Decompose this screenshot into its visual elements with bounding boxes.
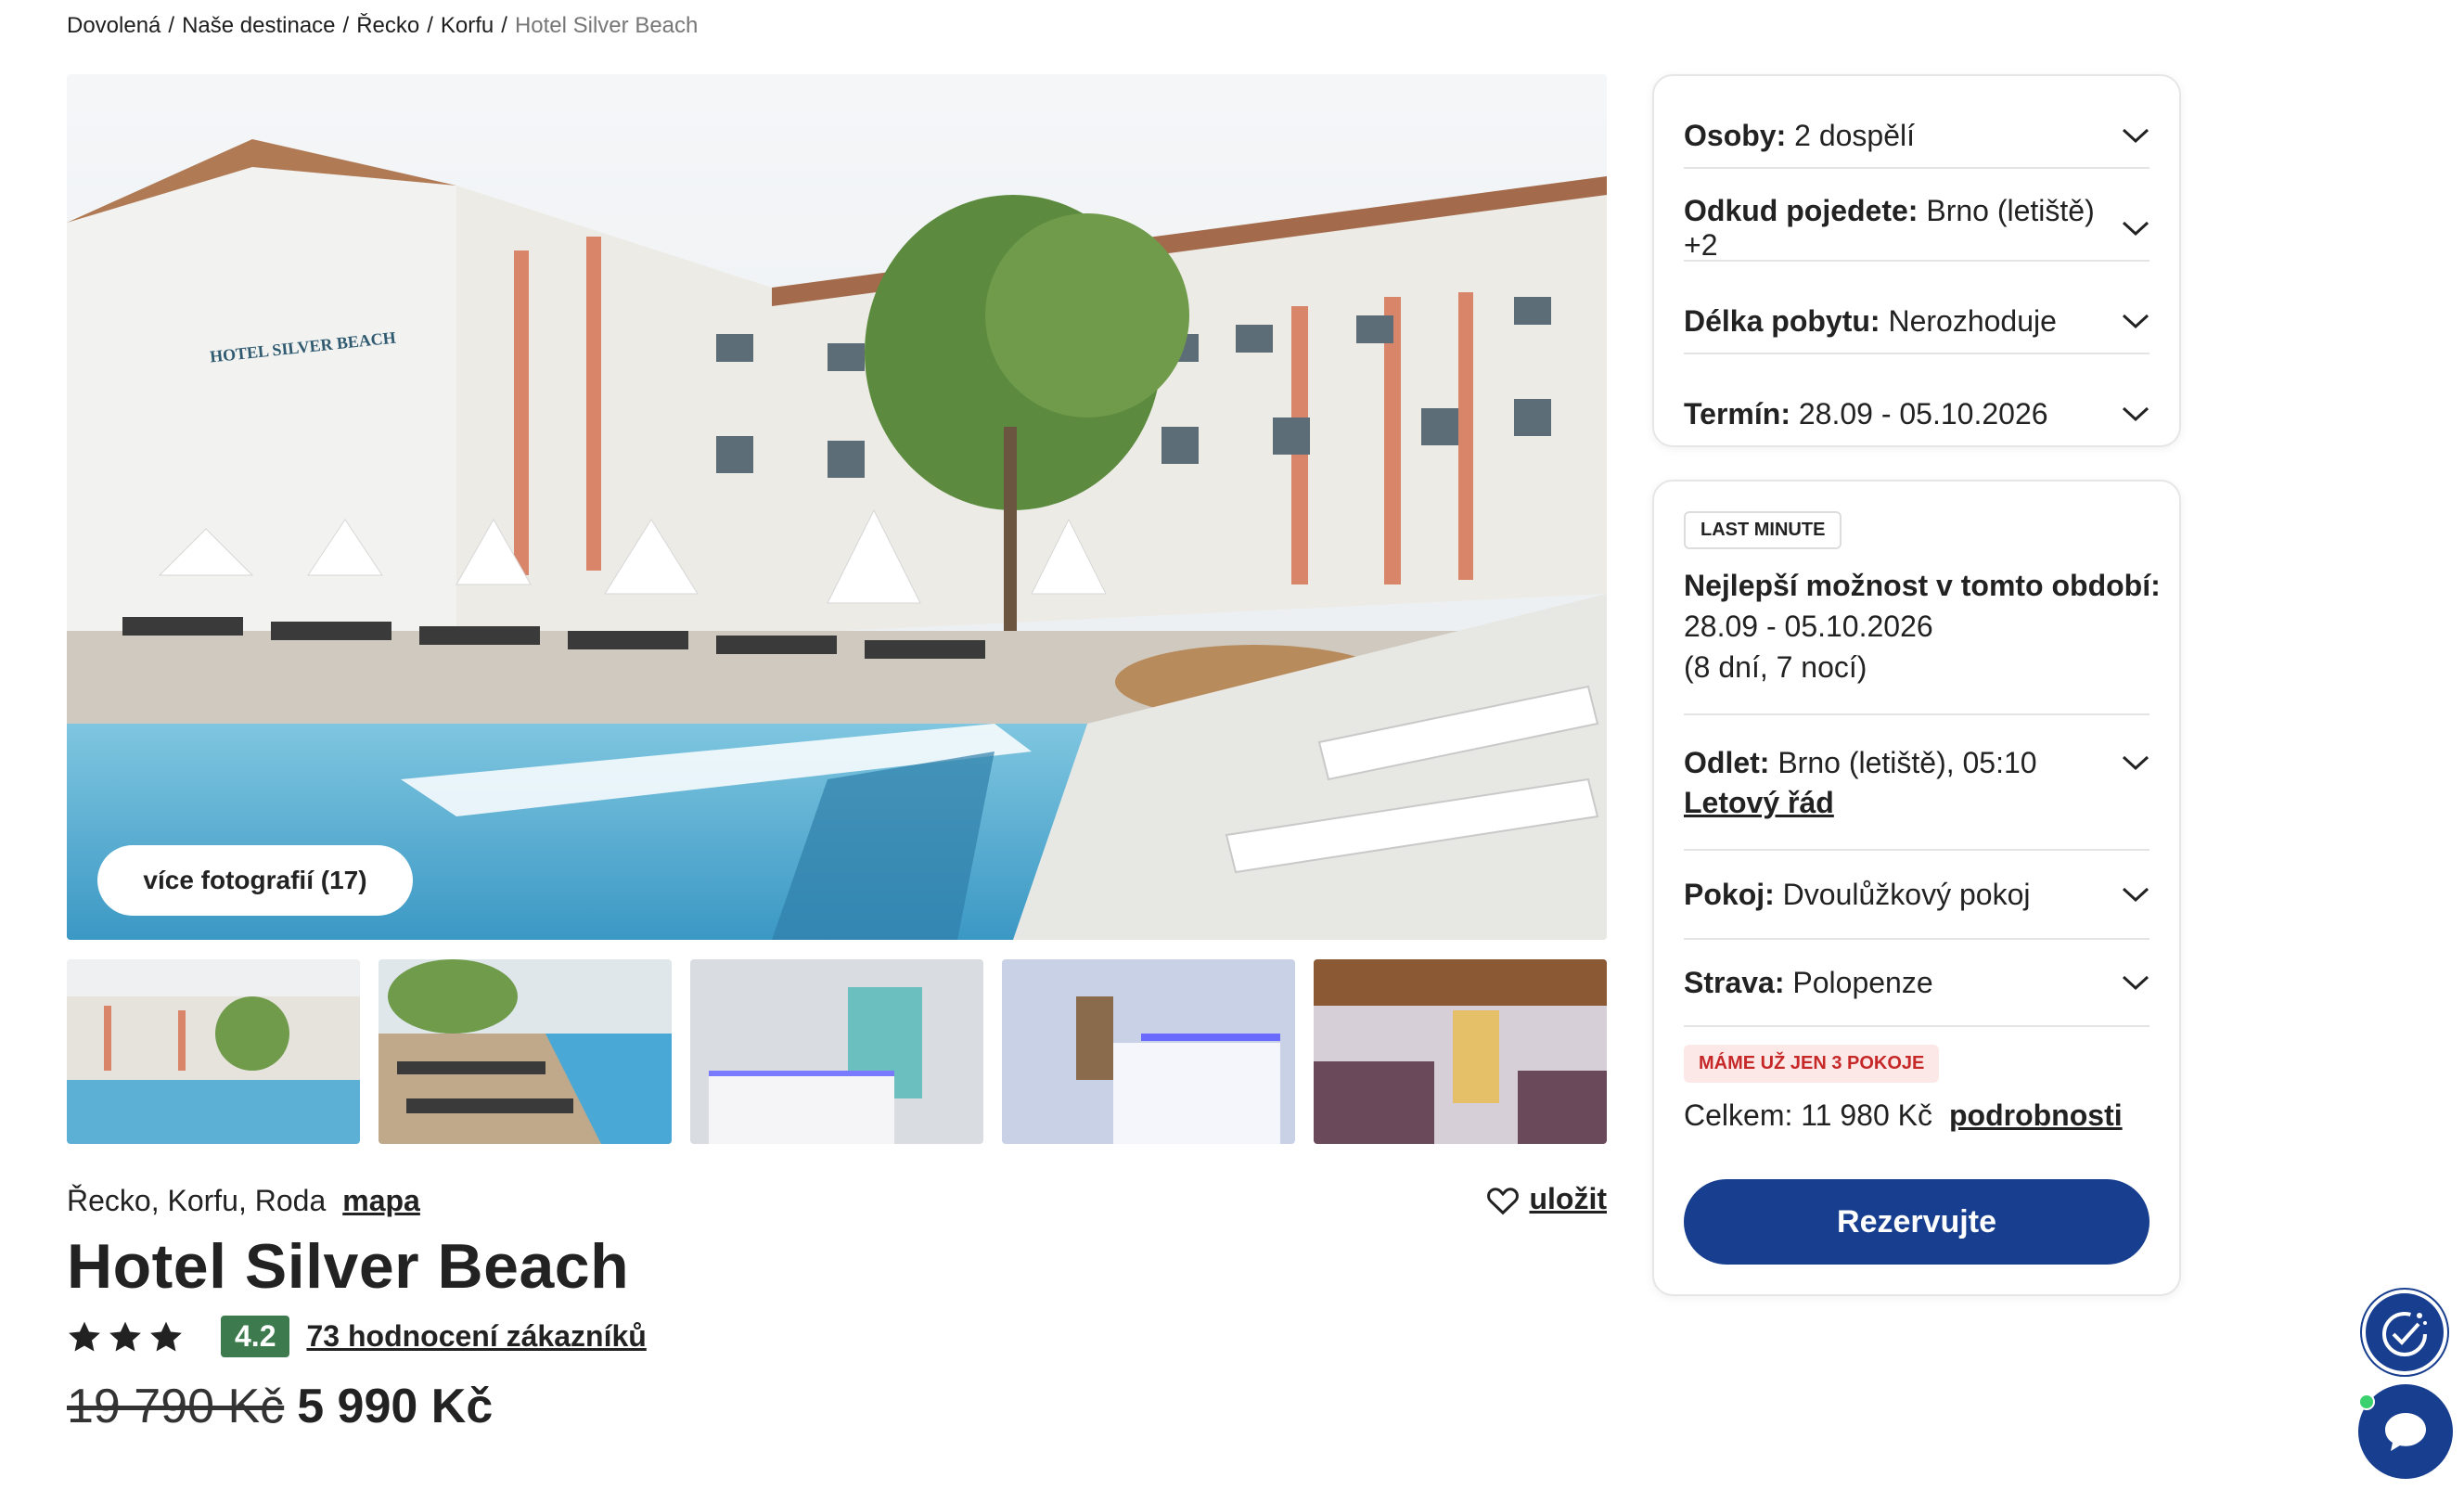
hotel-name: Hotel Silver Beach xyxy=(67,1231,630,1302)
board-selector[interactable]: Strava: Polopenze xyxy=(1684,940,2150,1025)
breadcrumb-link[interactable]: Naše destinace xyxy=(182,13,335,39)
chevron-down-icon xyxy=(2122,128,2150,144)
hero-photo[interactable]: HOTEL SILVER BEACH xyxy=(67,74,1607,940)
best-option-title: Nejlepší možnost v tomto období: xyxy=(1684,569,2161,602)
current-price: 5 990 Kč xyxy=(297,1380,494,1433)
breadcrumb-separator: / xyxy=(501,13,507,38)
filter-text: Odkud pojedete: Brno (letiště) +2 xyxy=(1684,194,2095,262)
save-label: uložit xyxy=(1529,1182,1607,1215)
star-icon xyxy=(69,1321,100,1351)
breadcrumb-separator: / xyxy=(342,13,350,38)
chevron-down-icon xyxy=(2122,887,2150,903)
best-option-duration: (8 dní, 7 nocí) xyxy=(1684,650,1867,684)
room-selector[interactable]: Pokoj: Dvoulůžkový pokoj xyxy=(1684,851,2150,938)
accessibility-button[interactable] xyxy=(2362,1290,2447,1375)
thumbnail-room-1[interactable] xyxy=(690,959,983,1144)
breadcrumb-separator: / xyxy=(427,13,433,38)
rating-row: 4.2 73 hodnocení zákazníků xyxy=(67,1316,647,1357)
more-photos-button[interactable]: více fotografií (17) xyxy=(97,845,413,916)
rooms-left-badge: MÁME UŽ JEN 3 POKOJE xyxy=(1684,1045,1940,1083)
chevron-down-icon xyxy=(2122,975,2150,991)
search-filter-card: Osoby: 2 dospělí Odkud pojedete: Brno (l… xyxy=(1652,74,2181,447)
flight-schedule-link[interactable]: Letový řád xyxy=(1684,786,1834,820)
reserve-button[interactable]: Rezervujte xyxy=(1684,1179,2150,1265)
filter-text: Strava: Polopenze xyxy=(1684,965,1933,999)
best-option-dates: 28.09 - 05.10.2026 xyxy=(1684,610,1933,643)
star-icon xyxy=(109,1321,141,1351)
thumbnail-strip xyxy=(67,959,1607,1144)
filter-date[interactable]: Termín: 28.09 - 05.10.2026 xyxy=(1684,382,2150,445)
divider xyxy=(1684,167,2150,169)
divider xyxy=(1684,1025,2150,1027)
check-badge-icon xyxy=(2382,1312,2427,1356)
chat-bubble-icon xyxy=(2385,1413,2426,1451)
star-rating xyxy=(67,1320,184,1354)
filter-text: Délka pobytu: Nerozhoduje xyxy=(1684,303,2057,338)
details-link[interactable]: podrobnosti xyxy=(1949,1098,2123,1133)
divider xyxy=(1684,713,2150,715)
save-button[interactable]: uložit xyxy=(1486,1182,1607,1216)
thumbnail-room-3[interactable] xyxy=(1314,959,1607,1144)
chevron-down-icon xyxy=(2122,755,2150,771)
filter-text: Osoby: 2 dospělí xyxy=(1684,118,1915,152)
filter-duration[interactable]: Délka pobytu: Nerozhoduje xyxy=(1684,289,2150,353)
online-indicator xyxy=(2358,1394,2375,1410)
thumbnail-room-2[interactable] xyxy=(1002,959,1295,1144)
breadcrumb-separator: / xyxy=(168,13,175,38)
divider xyxy=(1684,260,2150,262)
last-minute-badge: LAST MINUTE xyxy=(1684,511,1842,549)
filter-persons[interactable]: Osoby: 2 dospělí xyxy=(1684,104,2150,167)
breadcrumb: Dovolená / Naše destinace / Řecko / Korfu / … xyxy=(67,13,698,39)
divider xyxy=(1684,353,2150,354)
total-price: Celkem: 11 980 Kč podrobnosti xyxy=(1684,1098,2123,1133)
flight-selector[interactable]: Odlet: Brno (letiště), 05:10 xyxy=(1684,737,2150,789)
breadcrumb-link[interactable]: Dovolená xyxy=(67,13,160,39)
breadcrumb-link[interactable]: Korfu xyxy=(441,13,494,39)
chevron-down-icon xyxy=(2122,406,2150,422)
chevron-down-icon xyxy=(2122,221,2150,237)
offer-card: LAST MINUTE Nejlepší možnost v tomto obd… xyxy=(1652,480,2181,1296)
best-option: Nejlepší možnost v tomto období: 28.09 -… xyxy=(1684,565,2161,687)
star-icon xyxy=(150,1321,182,1351)
reviews-link[interactable]: 73 hodnocení zákazníků xyxy=(306,1319,646,1354)
filter-text: Odlet: Brno (letiště), 05:10 xyxy=(1684,745,2037,779)
heart-icon xyxy=(1487,1187,1520,1214)
location-text: Řecko, Korfu, Roda xyxy=(67,1184,327,1217)
chevron-down-icon xyxy=(2122,314,2150,329)
total-text: Celkem: 11 980 Kč xyxy=(1684,1098,1932,1132)
hotel-location: Řecko, Korfu, Roda mapa xyxy=(67,1184,420,1218)
thumbnail-hotel-exterior[interactable] xyxy=(67,959,360,1144)
thumbnail-pool-loungers[interactable] xyxy=(379,959,672,1144)
filter-departure[interactable]: Odkud pojedete: Brno (letiště) +2 xyxy=(1684,194,2150,262)
filter-text: Pokoj: Dvoulůžkový pokoj xyxy=(1684,877,2031,911)
old-price: 19 790 Kč xyxy=(67,1380,285,1433)
breadcrumb-link[interactable]: Řecko xyxy=(356,13,419,39)
price-row: 19 790 Kč 5 990 Kč xyxy=(67,1379,493,1434)
breadcrumb-current: Hotel Silver Beach xyxy=(514,13,699,38)
filter-text: Termín: 28.09 - 05.10.2026 xyxy=(1684,396,2048,430)
score-badge: 4.2 xyxy=(221,1316,290,1357)
map-link[interactable]: mapa xyxy=(342,1184,420,1218)
